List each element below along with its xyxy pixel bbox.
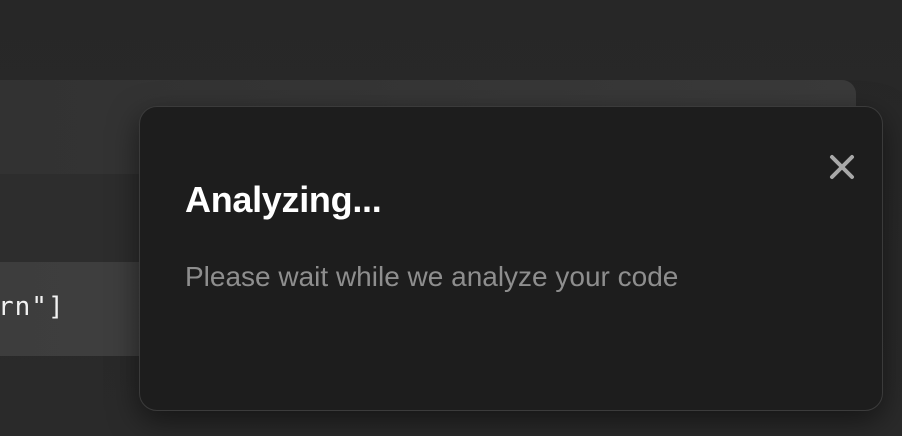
dialog-message: Please wait while we analyze your code <box>185 261 679 292</box>
close-button[interactable] <box>828 153 856 181</box>
close-icon <box>828 153 856 181</box>
background-code-text: rn"] <box>0 292 65 322</box>
analyzing-dialog: Analyzing... Please wait while we analyz… <box>139 106 883 411</box>
dialog-title: Analyzing... <box>185 179 382 220</box>
